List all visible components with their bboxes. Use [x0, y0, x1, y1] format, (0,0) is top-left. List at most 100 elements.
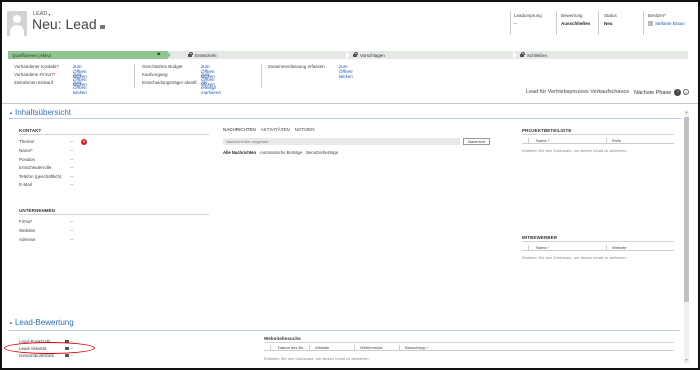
stage-propose[interactable]: Vorschlagen [349, 51, 385, 59]
header-divider [556, 11, 557, 35]
scroll-down-icon[interactable]: ▼ [684, 358, 689, 363]
field-value: -- [70, 157, 73, 162]
tab-posts[interactable]: NACHRICHTEN [223, 127, 256, 132]
header-field-status[interactable]: Status Neu [604, 13, 617, 26]
process-field-value[interactable]: zum Öffnen klicken [339, 64, 353, 79]
field-name[interactable]: Name* -- [19, 148, 99, 153]
field-decision-role[interactable]: Entscheiderrolle -- [19, 165, 99, 170]
process-field-label: Entscheidungsträger identif. [142, 80, 198, 85]
filter-all-posts[interactable]: Alle Nachrichten [223, 150, 256, 155]
header-divider [598, 11, 599, 35]
section-header-lead-scoring[interactable]: ▲ Lead-Bewertung [9, 318, 74, 327]
header-field-rating[interactable]: Bewertung Ausschließen [561, 13, 590, 26]
grid-empty-message: Erstellen Sie den Datensatz, um diesen I… [264, 356, 370, 361]
field-address[interactable]: Adresse -- [19, 237, 99, 242]
scroll-up-icon[interactable]: ▲ [684, 110, 689, 115]
column-label: Rolle [612, 138, 622, 143]
arrow-right-icon: › [674, 89, 682, 96]
header-field-lead-source[interactable]: Leadursprung -- [514, 13, 542, 26]
scrollbar-thumb[interactable] [684, 117, 689, 302]
lock-icon [520, 52, 525, 57]
collapse-triangle-icon: ▲ [9, 110, 13, 115]
select-all-checkbox[interactable] [264, 345, 271, 351]
field-value: -- [70, 353, 73, 358]
block-divider [19, 214, 209, 215]
section-divider [9, 118, 681, 119]
column-website[interactable]: Website [310, 345, 355, 351]
column-web-form[interactable]: Webformular [355, 345, 400, 351]
lock-icon [188, 52, 193, 57]
process-field-value[interactable]: zum Öffnen klicken [73, 80, 87, 95]
column-website[interactable]: Website [607, 245, 674, 251]
field-email[interactable]: E-Mail -- [19, 182, 99, 187]
stage-qualify[interactable]: Qualifizieren (Aktiv) ⚑ [8, 51, 171, 59]
block-divider [19, 134, 209, 135]
section-header-summary[interactable]: ▲ Inhaltsübersicht [9, 108, 71, 117]
process-divider [134, 64, 135, 88]
grid-empty-message: Erstellen Sie den Datensatz, um diesen I… [522, 255, 628, 260]
column-visit-date[interactable]: Datum des Be... [264, 345, 310, 351]
next-phase-button[interactable]: Nächste Phase › [634, 89, 682, 96]
field-business-phone[interactable]: Telefon (geschäftlich) -- [19, 174, 99, 179]
flag-icon: ⚑ [156, 52, 161, 58]
tab-notes[interactable]: NOTIZEN [295, 127, 315, 132]
header-divider [643, 11, 644, 35]
select-all-checkbox[interactable] [522, 245, 529, 251]
process-name: Lead für Vertriebsprozess Verkaufschance [526, 89, 630, 95]
select-all-checkbox[interactable] [522, 138, 529, 144]
divider [2, 103, 698, 104]
header-field-owner[interactable]: Besitzer* Stefanie Braun [648, 13, 685, 26]
social-pane-tabs: NACHRICHTEN AKTIVITÄTEN NOTIZEN [223, 127, 315, 132]
field-value: -- [70, 182, 73, 187]
field-label: Entscheiderrolle [19, 165, 52, 170]
field-value: -- [70, 174, 73, 179]
stage-label: Entwickeln [195, 52, 217, 58]
field-label: Name [19, 148, 32, 153]
tab-activities[interactable]: AKTIVITÄTEN [261, 127, 290, 132]
post-input[interactable]: Nachricht hier eingeben [223, 138, 460, 145]
stage-label: Vorschlagen [360, 52, 385, 58]
column-role[interactable]: Rolle [607, 138, 674, 144]
stage-label: Qualifizieren (Aktiv) [12, 52, 52, 58]
form-menu-icon[interactable] [99, 24, 105, 29]
field-label: Adresse [19, 237, 36, 242]
field-value: -- [70, 148, 73, 153]
column-label: Besuchstyp ↑ [405, 345, 429, 350]
process-field-label: Geschätztes Budget [142, 64, 183, 69]
stage-close[interactable]: Schließen [516, 51, 547, 59]
process-field-label: Vorhandener Kontakt? [14, 64, 59, 69]
filter-auto-posts[interactable]: Automatische Beiträge [260, 150, 302, 155]
column-visit-type[interactable]: Besuchstyp ↑ [400, 345, 674, 351]
lock-icon [65, 354, 69, 357]
web-visits-grid-header: Datum des Be... Website Webformular Besu… [264, 345, 674, 351]
business-process-bar: Qualifizieren (Aktiv) ⚑ Entwickeln Vorsc… [8, 51, 688, 59]
stakeholders-grid-header: Name ↑ Rolle [522, 138, 674, 144]
column-label: Datum des Be... [278, 345, 307, 350]
field-company[interactable]: Firma* -- [19, 219, 99, 224]
post-filters: Alle Nachrichten Automatische Beiträge B… [223, 150, 338, 155]
section-divider [8, 330, 680, 331]
user-icon [648, 21, 653, 26]
process-field-value[interactable]: Als erledigt markieren [201, 80, 221, 95]
column-label: Name ↑ [536, 138, 550, 143]
post-button[interactable]: Nachricht [463, 138, 490, 145]
filter-user-posts[interactable]: Benutzerbeiträge [306, 150, 338, 155]
header-divider [510, 11, 511, 35]
field-topic[interactable]: Thema* × -- [19, 139, 99, 145]
record-avatar[interactable] [7, 11, 27, 36]
field-label: Firma [19, 219, 31, 224]
collapse-up-icon[interactable]: ˄ [683, 89, 689, 95]
required-marker: * [31, 148, 33, 153]
stage-develop[interactable]: Entwickeln [184, 51, 217, 59]
column-name[interactable]: Name ↑ [522, 245, 607, 251]
process-field-purchase-timeframe: Zeitrahmen Einkauf zum Öffnen klicken [14, 80, 87, 95]
block-divider [522, 241, 674, 242]
process-field-decision-maker: Entscheidungsträger identif. Als erledig… [142, 80, 221, 95]
grid-empty-message: Erstellen Sie den Datensatz, um diesen I… [522, 148, 628, 153]
column-name[interactable]: Name ↑ [522, 138, 607, 144]
owner-link[interactable]: Stefanie Braun [655, 21, 685, 26]
field-website[interactable]: Website -- [19, 228, 99, 233]
field-position[interactable]: Position -- [19, 157, 99, 162]
competitors-title: MITBEWERBER [522, 235, 558, 240]
column-label: Name ↑ [536, 245, 550, 250]
